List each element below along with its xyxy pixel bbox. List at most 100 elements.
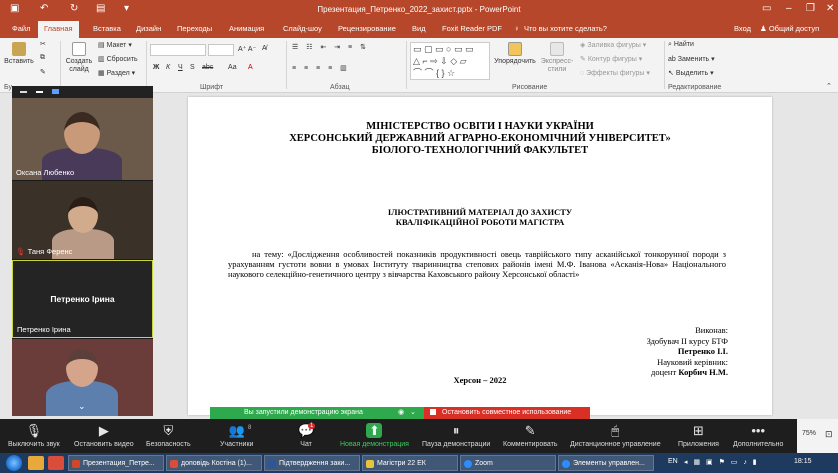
- collapse-ribbon-icon[interactable]: ⌃: [826, 82, 832, 90]
- minimize-icon[interactable]: –: [786, 3, 792, 14]
- tab-review[interactable]: Рецензирование: [338, 24, 396, 33]
- remote-control-button[interactable]: 🖱 Дистанционное управление: [570, 423, 661, 448]
- group-clipboard-label: Бу: [4, 84, 12, 91]
- sign-in-link[interactable]: Вход: [734, 24, 751, 33]
- list-icons[interactable]: ☰ ☷ ⇤ ⇥ ≡ ⇅: [292, 43, 369, 51]
- stop-video-button[interactable]: ▶ Остановить видео: [74, 423, 134, 448]
- new-slide-button[interactable]: Создать слайд: [64, 42, 94, 74]
- tab-view[interactable]: Вид: [412, 24, 426, 33]
- taskbar-item[interactable]: доповідь Костіна (1)...: [166, 455, 262, 471]
- pencil-icon: ✎: [524, 423, 536, 438]
- shapes-gallery[interactable]: ▭ ▢ ▭ ○ ▭ ▭ △ ⌐ ⇨ ⇩ ◇ ▱ ⌒ ⌒ { } ☆: [410, 42, 490, 80]
- taskbar-item-label: Магістри 22 ЕК: [377, 460, 426, 467]
- minimize-icon[interactable]: [20, 91, 27, 93]
- zoom-level[interactable]: 75%: [802, 430, 816, 437]
- share-options-icon[interactable]: ⌄: [410, 408, 416, 416]
- speaker-view-icon[interactable]: [52, 89, 59, 94]
- shape-fill-button[interactable]: ◈ Заливка фигуры ▾: [580, 41, 646, 49]
- apps-button[interactable]: ⊞ Приложения: [678, 423, 719, 448]
- ribbon-display-icon[interactable]: ▭: [762, 3, 771, 14]
- annotate-button[interactable]: ✎ Комментировать: [503, 423, 558, 448]
- participant-tile[interactable]: 🎙 Таня Ференс: [12, 181, 153, 259]
- yandex-browser-icon[interactable]: [48, 456, 64, 470]
- find-button[interactable]: ⌕ Найти: [668, 41, 694, 49]
- shape-outline-button[interactable]: ✎ Контур фигуры ▾: [580, 55, 642, 63]
- pause-share-button[interactable]: ⏸ Пауза демонстрации: [422, 423, 490, 448]
- quick-styles-button[interactable]: Экспресс-стили: [538, 42, 576, 74]
- reset-button[interactable]: ▥ Сбросить: [98, 55, 138, 63]
- security-button[interactable]: ⛨ Безопасность: [146, 423, 191, 448]
- arrange-button[interactable]: Упорядочить: [494, 42, 536, 65]
- slide-canvas[interactable]: МІНІСТЕРСТВО ОСВІТИ І НАУКИ УКРАЇНИ ХЕРС…: [188, 97, 772, 415]
- gallery-header[interactable]: [12, 86, 153, 98]
- participant-video: [64, 112, 100, 154]
- italic-button[interactable]: К: [166, 64, 170, 71]
- replace-button[interactable]: ab Заменить ▾: [668, 55, 715, 63]
- chevron-down-icon[interactable]: ⌄: [78, 401, 86, 412]
- clear-format-icon[interactable]: A̸: [262, 45, 267, 52]
- group-editing-label: Редактирование: [668, 84, 722, 91]
- shape-effects-button[interactable]: ◌ Эффекты фигуры ▾: [580, 69, 650, 77]
- close-icon[interactable]: ✕: [826, 3, 834, 14]
- fit-to-window-icon[interactable]: ⊡: [825, 429, 833, 440]
- replace-icon: ab: [668, 56, 676, 63]
- mute-button[interactable]: 🎙 Выключить звук: [8, 423, 60, 448]
- tab-file[interactable]: Файл: [12, 24, 30, 33]
- font-name-select[interactable]: [150, 44, 206, 56]
- taskbar-item[interactable]: Підтвердження заки...: [264, 455, 360, 471]
- font-grow-icon[interactable]: A⁺ A⁻: [238, 45, 256, 53]
- taskbar-item[interactable]: Презентация_Петре...: [68, 455, 164, 471]
- share-button[interactable]: ♟ Общий доступ: [760, 24, 819, 33]
- select-button[interactable]: ↖ Выделить ▾: [668, 69, 714, 77]
- zoom-gallery-panel[interactable]: Оксана Любенко 🎙 Таня Ференс Петренко Ір…: [12, 86, 153, 416]
- clock[interactable]: 18:15: [794, 458, 812, 465]
- format-painter-icon[interactable]: ✎: [40, 68, 46, 76]
- new-share-button[interactable]: ⬆ Новая демонстрация: [340, 423, 409, 448]
- change-case-button[interactable]: Аа: [228, 64, 237, 71]
- underline-button[interactable]: Ч: [178, 64, 183, 71]
- slide-executor-block: Виконав: Здобувач ІІ курсу БТФ Петренко …: [647, 325, 728, 378]
- stop-share-button[interactable]: Остановить совместное использование: [424, 407, 590, 419]
- copy-icon[interactable]: ⧉: [40, 54, 45, 62]
- chat-button[interactable]: 💬 Чат 1: [298, 423, 316, 448]
- tell-me-input[interactable]: Что вы хотите сделать?: [524, 24, 607, 33]
- group-font-label: Шрифт: [200, 84, 224, 91]
- shadow-button[interactable]: S: [190, 64, 195, 71]
- tray-icons[interactable]: ◂ ▦ ▣ ⚑ ▭ ♪ ▮: [684, 458, 759, 466]
- lightbulb-icon: ♀: [514, 24, 520, 33]
- executor-label: Виконав:: [695, 325, 728, 335]
- participants-button[interactable]: 👥 Участники 8: [220, 423, 253, 448]
- file-explorer-icon[interactable]: [28, 456, 44, 470]
- layout-button[interactable]: ▤ Макет ▾: [98, 41, 132, 49]
- taskbar-item[interactable]: Магістри 22 ЕК: [362, 455, 458, 471]
- tab-design[interactable]: Дизайн: [136, 24, 161, 33]
- tab-animation[interactable]: Анимация: [229, 24, 264, 33]
- slide-topic: на тему: «Дослідження особливостей показ…: [228, 249, 726, 279]
- tab-foxit[interactable]: Foxit Reader PDF: [442, 24, 502, 33]
- maximize-icon[interactable]: ❐: [806, 3, 815, 14]
- bold-button[interactable]: Ж: [153, 64, 159, 71]
- font-color-icon[interactable]: A: [248, 64, 253, 71]
- font-size-select[interactable]: [208, 44, 234, 56]
- tab-transitions[interactable]: Переходы: [177, 24, 212, 33]
- tab-slideshow[interactable]: Слайд-шоу: [283, 24, 322, 33]
- mouse-icon: 🖱: [611, 423, 620, 438]
- paste-button[interactable]: Вставить: [4, 42, 34, 65]
- participant-tile[interactable]: Оксана Любенко: [12, 98, 153, 180]
- align-icons[interactable]: ≡ ≡ ≡ ≡ ▥: [292, 64, 350, 72]
- participant-tile-active[interactable]: Петренко Ірина Петренко Ірина: [12, 260, 153, 338]
- executor-role: Здобувач ІІ курсу БТФ: [646, 335, 728, 346]
- participant-tile[interactable]: ⌄: [12, 339, 153, 416]
- language-indicator[interactable]: EN: [668, 458, 678, 465]
- strike-button[interactable]: abc: [202, 64, 213, 71]
- taskbar-item[interactable]: Zoom: [460, 455, 556, 471]
- windows-start-icon[interactable]: [6, 455, 22, 471]
- cut-icon[interactable]: ✂: [40, 40, 46, 48]
- tab-home[interactable]: Главная: [38, 21, 79, 38]
- section-button[interactable]: ▦ Раздел ▾: [98, 69, 135, 77]
- gallery-view-icon[interactable]: [36, 91, 43, 93]
- reset-label: Сбросить: [106, 56, 138, 63]
- taskbar-item[interactable]: Элементы управлен...: [558, 455, 654, 471]
- tab-insert[interactable]: Вставка: [93, 24, 121, 33]
- more-button[interactable]: ••• Дополнительно: [733, 423, 783, 448]
